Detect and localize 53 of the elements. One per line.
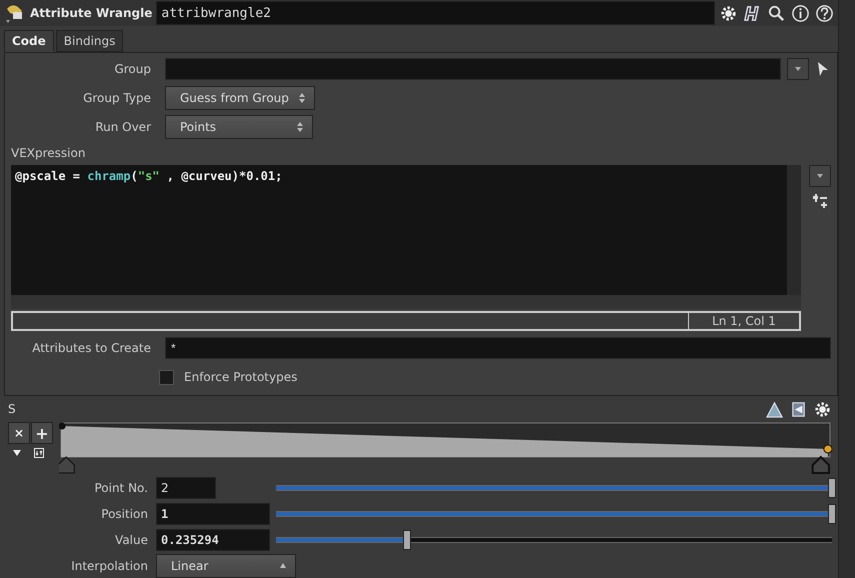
ramp-preset-icon[interactable] [765,400,784,418]
node-type-label: Attribute Wrangle [30,6,152,20]
ramp-editor[interactable] [59,422,832,474]
remove-key-button[interactable]: × [8,422,30,444]
checkbox-label: Enforce Prototypes [184,370,298,384]
field-label: Group Type [82,91,152,105]
code-editor[interactable]: @pscale = chramp("s" , @curveu)*0.01; [11,165,801,295]
number-field[interactable]: 0.235294 [156,529,270,551]
field-label: Point No. [93,481,149,495]
dropdown-button[interactable] [787,58,809,80]
gear-icon[interactable] [813,400,832,418]
panel-scrollbar[interactable] [838,0,855,578]
group-field[interactable] [165,58,781,80]
slider-handle[interactable] [828,478,836,498]
field-label: Group [113,62,152,76]
gear-icon[interactable] [719,4,738,22]
editor-scrollbar[interactable] [787,165,801,295]
attributes-field[interactable]: * [165,337,831,359]
add-key-button[interactable]: + [31,422,53,444]
help-icon[interactable] [815,4,834,22]
number-field[interactable]: 1 [156,503,270,525]
key-marker[interactable] [59,456,75,474]
slider-handle[interactable] [828,504,836,524]
cursor-position: Ln 1, Col 1 [688,313,799,329]
collapse-arrow-icon[interactable] [12,448,22,458]
field-label: Position [100,507,149,521]
node-name-field[interactable]: attribwrangle2 [156,1,715,25]
up-down-icon [298,91,306,105]
help-h-icon[interactable] [743,4,762,22]
interpolation-menu[interactable]: Linear [156,554,296,578]
slider-handle[interactable] [402,530,411,550]
ramp-label: S [8,402,16,416]
swap-icon[interactable] [34,448,44,458]
field-label: Value [114,533,149,547]
field-label: Attributes to Create [31,341,152,355]
checkbox[interactable] [159,370,174,384]
up-down-icon [296,120,304,134]
editor-horizontal-scrollbar[interactable] [11,295,801,309]
selected-ramp-key[interactable] [823,444,832,454]
number-field[interactable]: 2 [156,477,216,499]
group-type-menu[interactable]: Guess from Group [165,86,315,110]
tab[interactable]: Code [4,30,54,52]
ramp-key[interactable] [59,422,66,430]
reverse-ramp-icon[interactable] [789,400,808,418]
tab[interactable]: Bindings [56,30,124,52]
run-over-menu[interactable]: Points [165,115,313,139]
search-icon[interactable] [767,4,786,22]
add-parameter-icon[interactable] [812,193,828,209]
field-label: Interpolation [70,559,149,573]
vexpression-label: VEXpression [11,146,86,160]
dropdown-button[interactable] [809,165,831,187]
field-label: Run Over [94,120,152,134]
info-icon[interactable] [791,4,810,22]
